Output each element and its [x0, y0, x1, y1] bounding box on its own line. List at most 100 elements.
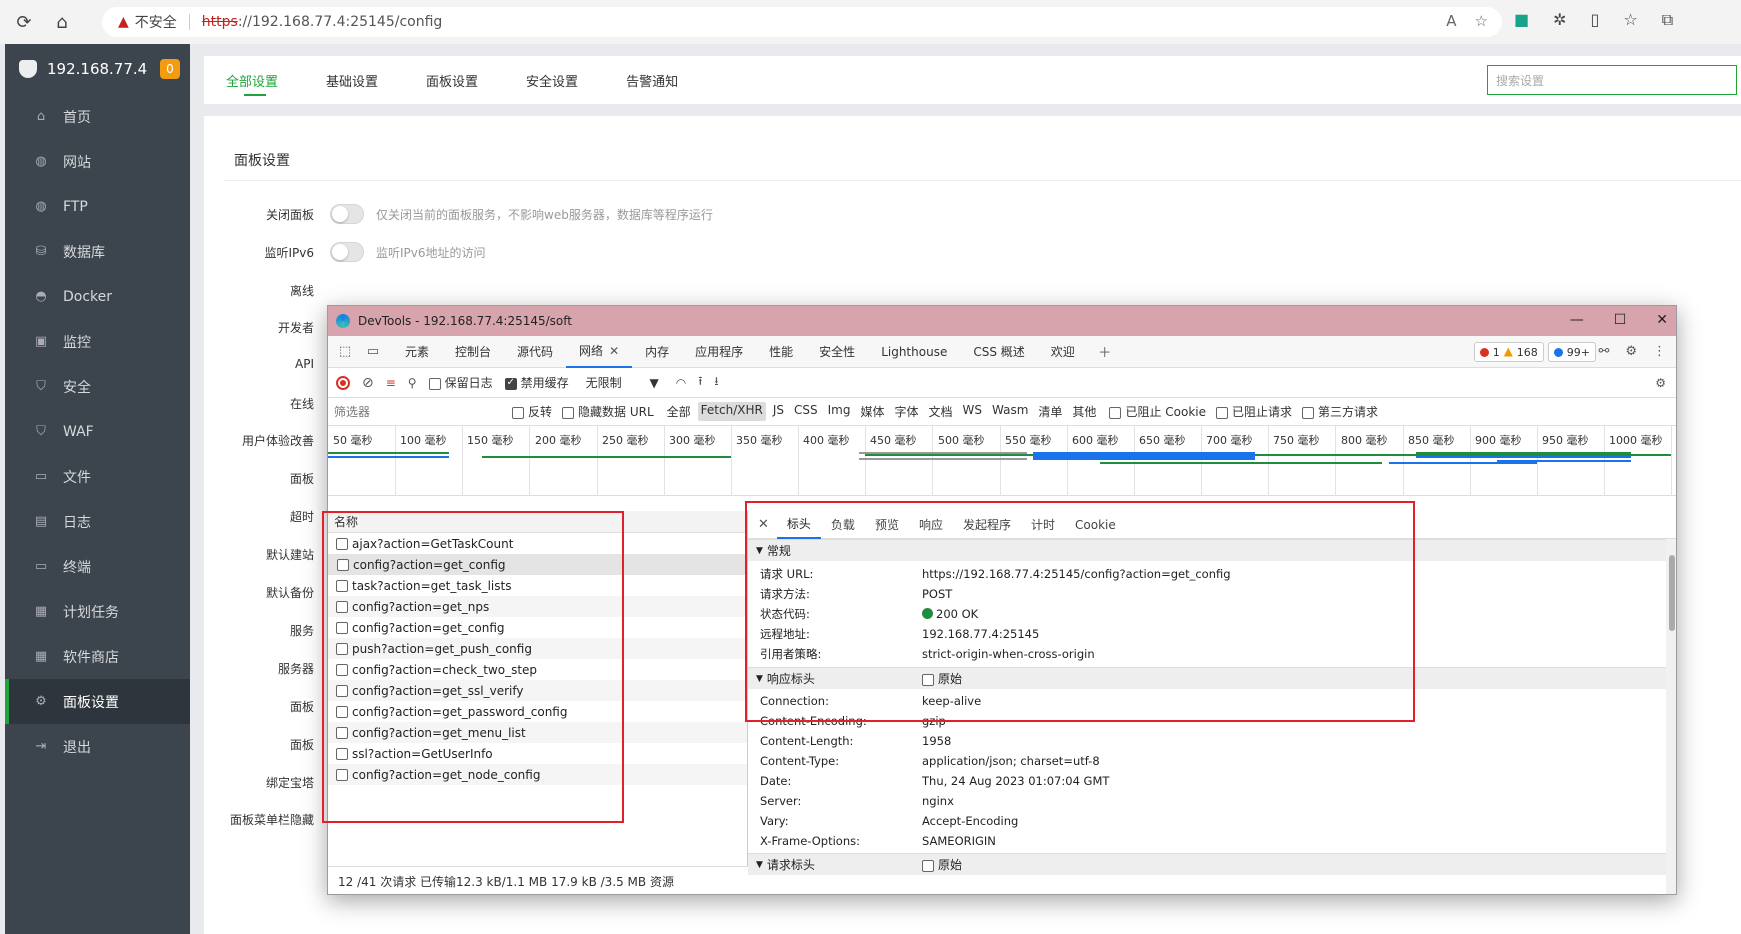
record-icon[interactable] — [336, 375, 350, 390]
request-checkbox[interactable] — [336, 726, 348, 739]
scroll-thumb[interactable] — [1669, 555, 1675, 631]
close-icon[interactable]: ✕ — [1656, 312, 1668, 328]
devtools-tab[interactable]: 欢迎 — [1038, 336, 1088, 368]
request-checkbox[interactable] — [336, 705, 348, 718]
split-screen-icon[interactable]: ▯ — [1591, 10, 1600, 30]
detail-tab[interactable]: Cookie — [1065, 511, 1126, 539]
more-tabs-icon[interactable]: ＋ — [1094, 342, 1116, 361]
filter-type-button[interactable]: 文档 — [926, 402, 956, 421]
throttle-select[interactable]: 无限制 ▼ — [581, 373, 664, 392]
disable-cache-checkbox[interactable]: 禁用缓存 — [504, 374, 569, 391]
setting-toggle[interactable] — [330, 242, 364, 262]
sidebar-item-0[interactable]: ⌂ 首页 — [5, 94, 190, 139]
sidebar-item-6[interactable]: ⛉ 安全 — [5, 364, 190, 409]
detail-tab[interactable]: 标头 — [776, 511, 821, 539]
general-section-header[interactable]: ▼ 常规 — [748, 539, 1676, 561]
read-aloud-icon[interactable]: A — [1446, 12, 1456, 30]
request-row[interactable]: push?action=get_push_config — [328, 638, 747, 659]
filter-type-button[interactable]: CSS — [791, 402, 821, 421]
devtools-tab[interactable]: 源代码 — [504, 336, 566, 368]
sidebar-item-10[interactable]: ▭ 终端 — [5, 544, 190, 589]
devtools-tab[interactable]: 内存 — [632, 336, 682, 368]
devtools-tab[interactable]: 性能 — [756, 336, 806, 368]
sidebar-item-11[interactable]: ▦ 计划任务 — [5, 589, 190, 634]
raw-toggle[interactable]: 原始 — [922, 856, 962, 873]
request-row[interactable]: config?action=get_nps — [328, 596, 747, 617]
third-party-checkbox[interactable]: 第三方请求 — [1302, 403, 1378, 420]
inspect-icon[interactable]: ⬚ — [334, 344, 356, 359]
more-menu-icon[interactable]: ⋮ — [1653, 344, 1666, 359]
sidebar-item-1[interactable]: ◍ 网站 — [5, 139, 190, 184]
detail-tab[interactable]: 发起程序 — [953, 511, 1021, 539]
request-headers-section-header[interactable]: ▼ 请求标头 原始 — [748, 853, 1676, 875]
request-row[interactable]: task?action=get_task_lists — [328, 575, 747, 596]
close-detail-icon[interactable]: ✕ — [758, 517, 769, 532]
request-checkbox[interactable] — [336, 600, 348, 613]
detail-tab[interactable]: 计时 — [1021, 511, 1065, 539]
sidebar-item-9[interactable]: ▤ 日志 — [5, 499, 190, 544]
request-checkbox[interactable] — [336, 579, 348, 592]
close-tab-icon[interactable]: ✕ — [609, 344, 619, 358]
filter-type-button[interactable]: 其他 — [1069, 402, 1099, 421]
sidebar-item-14[interactable]: ⇥ 退出 — [5, 724, 190, 769]
connect-icon[interactable]: ⚯ — [1598, 344, 1609, 359]
invert-checkbox[interactable]: 反转 — [512, 403, 552, 420]
devtools-tab[interactable]: Lighthouse — [868, 336, 960, 368]
request-row[interactable]: config?action=get_config — [328, 617, 747, 638]
request-checkbox[interactable] — [336, 684, 348, 697]
favorite-star-icon[interactable]: ☆ — [1475, 12, 1488, 30]
filter-input[interactable]: 筛选器 — [334, 403, 502, 420]
filter-type-button[interactable]: 字体 — [891, 402, 921, 421]
settings-tab[interactable]: 基础设置 — [302, 56, 402, 104]
filter-toggle-icon[interactable]: ≡ — [386, 376, 396, 390]
filter-type-button[interactable]: 清单 — [1035, 402, 1065, 421]
import-icon[interactable]: ⭱ — [698, 372, 702, 393]
request-row[interactable]: config?action=get_ssl_verify — [328, 680, 747, 701]
request-row[interactable]: config?action=get_node_config — [328, 764, 747, 785]
detail-tab[interactable]: 负载 — [821, 511, 865, 539]
filter-type-button[interactable]: Fetch/XHR — [697, 402, 766, 421]
wifi-icon[interactable]: ◠ — [676, 376, 686, 390]
address-bar[interactable]: ▲ 不安全 https ://192.168.77.4:25145/config… — [102, 7, 1502, 37]
request-checkbox[interactable] — [336, 663, 348, 676]
request-checkbox[interactable] — [336, 747, 348, 760]
blocked-cookies-checkbox[interactable]: 已阻止 Cookie — [1109, 403, 1206, 420]
sidebar-item-2[interactable]: ◍ FTP — [5, 184, 190, 229]
devtools-tab[interactable]: 网络 ✕ — [566, 336, 633, 368]
network-timeline[interactable]: 50 毫秒 100 毫秒 150 毫秒 200 毫秒 250 毫秒 300 毫秒 350 毫… — [328, 426, 1676, 496]
devtools-tab[interactable]: 控制台 — [442, 336, 504, 368]
notification-badge[interactable]: 0 — [160, 59, 180, 79]
detail-tab[interactable]: 预览 — [865, 511, 909, 539]
name-column-header[interactable]: 名称 — [328, 511, 747, 533]
favorites-icon[interactable]: ☆ — [1623, 10, 1637, 30]
filter-type-button[interactable]: JS — [770, 402, 787, 421]
network-settings-icon[interactable]: ⚙ — [1655, 376, 1666, 390]
error-counter[interactable]: 1 168 — [1473, 342, 1544, 362]
request-row[interactable]: config?action=get_menu_list — [328, 722, 747, 743]
puzzle-icon[interactable]: ✲ — [1553, 10, 1566, 30]
blocked-requests-checkbox[interactable]: 已阻止请求 — [1215, 403, 1292, 420]
minimize-icon[interactable]: — — [1570, 312, 1584, 328]
detail-tab[interactable]: 响应 — [909, 511, 953, 539]
request-row[interactable]: ajax?action=GetTaskCount — [328, 533, 747, 554]
devtools-tab[interactable]: 元素 — [392, 336, 442, 368]
response-headers-section-header[interactable]: ▼ 响应标头 原始 — [748, 667, 1676, 689]
extension-icon[interactable]: ■ — [1514, 10, 1529, 30]
filter-type-button[interactable]: 媒体 — [857, 402, 887, 421]
request-row[interactable]: config?action=get_config — [328, 554, 747, 575]
filter-type-button[interactable]: 全部 — [664, 402, 694, 421]
request-checkbox[interactable] — [337, 558, 349, 571]
clear-icon[interactable]: ⊘ — [362, 375, 374, 391]
sidebar-item-3[interactable]: ⛁ 数据库 — [5, 229, 190, 274]
sidebar-item-8[interactable]: ▭ 文件 — [5, 454, 190, 499]
devtools-tab[interactable]: CSS 概述 — [960, 336, 1037, 368]
filter-type-button[interactable]: WS — [960, 402, 985, 421]
detail-scrollbar[interactable] — [1666, 539, 1676, 894]
sidebar-item-7[interactable]: ⛉ WAF — [5, 409, 190, 454]
settings-gear-icon[interactable]: ⚙ — [1625, 344, 1637, 359]
sidebar-item-12[interactable]: ▦ 软件商店 — [5, 634, 190, 679]
settings-tab[interactable]: 面板设置 — [402, 56, 502, 104]
device-toolbar-icon[interactable]: ▭ — [362, 344, 384, 359]
preserve-log-checkbox[interactable]: 保留日志 — [428, 374, 493, 391]
filter-type-button[interactable]: Wasm — [989, 402, 1031, 421]
